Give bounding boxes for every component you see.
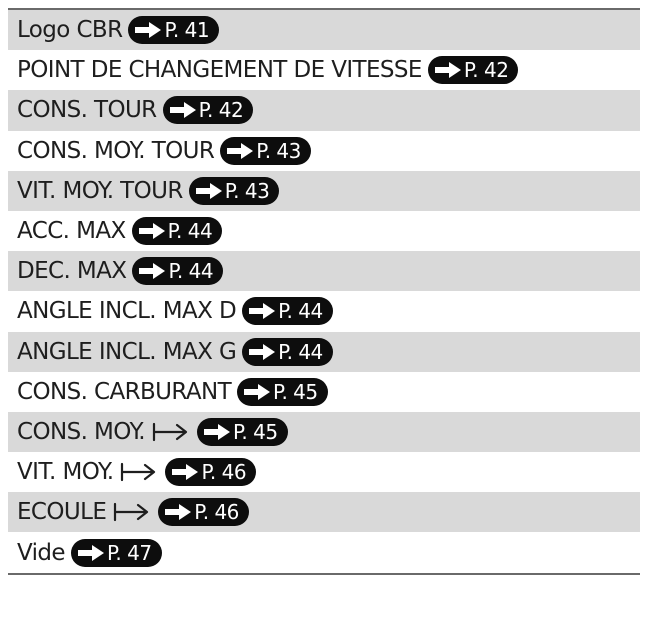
item-label: VIT. MOY.	[17, 459, 114, 486]
list-item: CONS. MOY. P. 45	[8, 411, 640, 453]
right-arrow-icon	[243, 383, 271, 401]
page-reference-badge: P. 42	[427, 56, 519, 85]
page-reference: P. 42	[463, 58, 509, 83]
list-item: DEC. MAX P. 44	[8, 251, 640, 292]
page-reference: P. 46	[201, 460, 247, 485]
list-item: ECOULE P. 46	[8, 492, 640, 533]
page-reference: P. 47	[106, 540, 152, 565]
maps-to-arrow-icon	[119, 460, 159, 484]
right-arrow-icon	[248, 302, 276, 320]
page-reference-badge: P. 44	[242, 297, 333, 326]
page-reference: P. 44	[168, 259, 214, 284]
list-item: ANGLE INCL. MAX D P. 44	[8, 291, 640, 332]
item-label: ECOULE	[17, 499, 107, 526]
item-label: VIT. MOY. TOUR	[17, 177, 183, 204]
item-label: ANGLE INCL. MAX D	[17, 298, 237, 325]
right-arrow-icon	[434, 61, 462, 79]
page-reference-badge: P. 44	[131, 217, 223, 246]
item-label: CONS. MOY.	[17, 418, 146, 445]
page-reference-badge: P. 47	[70, 538, 162, 567]
right-arrow-icon	[226, 142, 254, 160]
list-item: VIT. MOY. P. 46	[8, 452, 640, 493]
page-reference-badge: P. 45	[196, 417, 288, 446]
item-label: DEC. MAX	[17, 258, 127, 285]
right-arrow-icon	[171, 463, 199, 481]
right-arrow-icon	[164, 503, 192, 521]
menu-item-list: Logo CBR P. 41 POINT DE CHANGEMENT DE VI…	[8, 8, 640, 575]
page-reference-badge: P. 43	[188, 176, 280, 205]
page-reference-badge: P. 44	[242, 337, 333, 366]
page-reference: P. 46	[194, 500, 239, 525]
page-reference: P. 43	[256, 138, 301, 163]
right-arrow-icon	[248, 343, 276, 361]
right-arrow-icon	[138, 262, 166, 280]
right-arrow-icon	[77, 544, 105, 562]
list-item: VIT. MOY. TOUR P. 43	[8, 170, 640, 211]
list-item: Vide P. 47	[8, 532, 640, 573]
item-label: ANGLE INCL. MAX G	[17, 338, 237, 365]
item-label: Logo CBR	[17, 17, 123, 44]
page-reference-badge: P. 45	[237, 377, 328, 406]
right-arrow-icon	[169, 101, 197, 119]
list-item: ACC. MAX P. 44	[8, 210, 640, 252]
right-arrow-icon	[203, 423, 231, 441]
page-reference: P. 44	[278, 339, 323, 364]
right-arrow-icon	[195, 182, 223, 200]
item-label: CONS. CARBURANT	[17, 378, 232, 405]
list-item: CONS. TOUR P. 42	[8, 90, 640, 131]
page-reference: P. 41	[164, 18, 210, 43]
list-item: ANGLE INCL. MAX G P. 44	[8, 331, 640, 372]
page-reference-badge: P. 43	[220, 136, 311, 165]
right-arrow-icon	[134, 21, 162, 39]
page-reference: P. 42	[198, 98, 244, 123]
item-label: CONS. MOY. TOUR	[17, 137, 215, 164]
item-label: Vide	[17, 539, 66, 566]
right-arrow-icon	[138, 222, 166, 240]
maps-to-arrow-icon	[151, 420, 191, 444]
maps-to-arrow-icon	[112, 500, 152, 524]
page-reference-badge: P. 46	[165, 458, 257, 487]
page-reference: P. 45	[232, 419, 278, 444]
list-item: POINT DE CHANGEMENT DE VITESSE P. 42	[8, 50, 640, 91]
list-item: Logo CBR P. 41	[8, 10, 640, 51]
page-reference: P. 44	[167, 219, 213, 244]
list-item: CONS. MOY. TOUR P. 43	[8, 130, 640, 171]
page-reference: P. 44	[278, 299, 323, 324]
page-reference: P. 43	[224, 178, 270, 203]
item-label: CONS. TOUR	[17, 97, 157, 124]
item-label: ACC. MAX	[17, 218, 126, 245]
page-reference: P. 45	[273, 379, 318, 404]
item-label: POINT DE CHANGEMENT DE VITESSE	[17, 57, 422, 84]
page-reference-badge: P. 41	[128, 16, 220, 45]
page-reference-badge: P. 42	[162, 96, 254, 125]
page-reference-badge: P. 44	[132, 257, 224, 286]
list-item: CONS. CARBURANT P. 45	[8, 371, 640, 412]
page-reference-badge: P. 46	[158, 498, 249, 527]
